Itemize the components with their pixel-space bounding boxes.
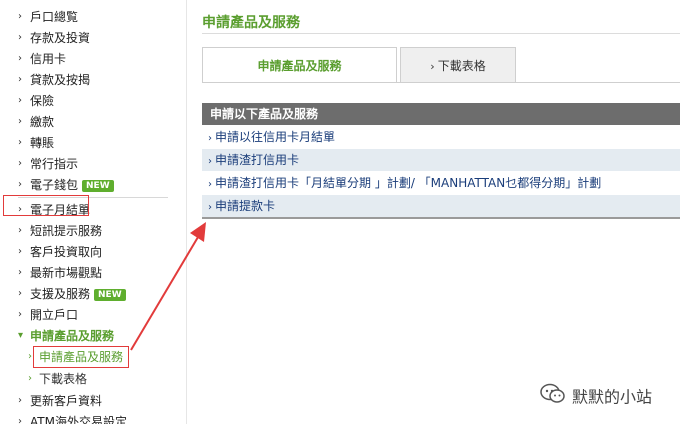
title-divider xyxy=(202,33,680,34)
tabs-underline xyxy=(202,82,680,83)
chevron-right-icon: › xyxy=(28,373,32,384)
tab-download-forms[interactable]: › 下載表格 xyxy=(400,47,516,83)
sidebar-border xyxy=(186,0,187,424)
chevron-right-icon: › xyxy=(18,246,22,257)
products-panel: 申請以下產品及服務 › 申請以往信用卡月結單 › 申請渣打信用卡 › 申請渣打信用卡「… xyxy=(202,103,680,219)
chevron-right-icon: › xyxy=(208,179,212,190)
chevron-right-icon: › xyxy=(18,116,22,127)
tab-label: 下載表格 xyxy=(437,59,486,73)
list-item-label: 申請渣打信用卡 xyxy=(215,153,300,167)
annotation-highlight-box xyxy=(3,195,89,216)
chevron-right-icon: › xyxy=(18,395,22,406)
chevron-right-icon: › xyxy=(18,53,22,64)
chevron-right-icon: › xyxy=(18,32,22,43)
watermark-text: 默默的小站 xyxy=(572,387,653,407)
list-item-past-statement[interactable]: › 申請以往信用卡月結單 xyxy=(202,125,680,148)
chevron-right-icon: › xyxy=(18,11,22,22)
list-item-label: 申請以往信用卡月結單 xyxy=(215,130,336,144)
list-item-label: 申請渣打信用卡「月結單分期 」計劃/ 「MANHATTAN乜都得分期」計劃 xyxy=(215,176,602,190)
list-item-label: 申請提款卡 xyxy=(215,199,276,213)
chevron-right-icon: › xyxy=(18,158,22,169)
tab-apply-products[interactable]: 申請產品及服務 xyxy=(202,47,397,83)
wechat-icon xyxy=(540,383,566,413)
chevron-down-icon: ▾ xyxy=(18,330,24,341)
chevron-right-icon: › xyxy=(18,95,22,106)
list-item-installment-plan[interactable]: › 申請渣打信用卡「月結單分期 」計劃/ 「MANHATTAN乜都得分期」計劃 xyxy=(202,171,680,194)
list-item-credit-card[interactable]: › 申請渣打信用卡 xyxy=(202,148,680,171)
main-content: 申請產品及服務 申請產品及服務 › 下載表格 申請以下產品及服務 › 申請以往信用卡… xyxy=(202,0,680,424)
chevron-right-icon: › xyxy=(18,288,22,299)
new-badge: NEW xyxy=(82,180,114,192)
chevron-right-icon: › xyxy=(18,225,22,236)
chevron-right-icon: › xyxy=(18,137,22,148)
chevron-right-icon: › xyxy=(430,60,435,73)
watermark: 默默的小站 xyxy=(540,383,652,409)
list-item-atm-card[interactable]: › 申請提款卡 xyxy=(202,194,680,217)
chevron-right-icon: › xyxy=(18,416,22,424)
chevron-right-icon: › xyxy=(208,133,212,144)
annotation-highlight-box xyxy=(33,346,129,368)
page-title: 申請產品及服務 xyxy=(202,15,300,31)
chevron-right-icon: › xyxy=(208,202,212,213)
chevron-right-icon: › xyxy=(18,309,22,320)
new-badge: NEW xyxy=(94,289,126,301)
chevron-right-icon: › xyxy=(18,267,22,278)
chevron-right-icon: › xyxy=(28,351,32,362)
panel-header: 申請以下產品及服務 xyxy=(202,103,680,125)
chevron-right-icon: › xyxy=(18,74,22,85)
chevron-right-icon: › xyxy=(18,179,22,190)
chevron-right-icon: › xyxy=(208,156,212,167)
sidebar-item-label: 支援及服務 xyxy=(30,287,91,301)
tab-label: 申請產品及服務 xyxy=(257,59,342,73)
sidebar-item-label: 電子錢包 xyxy=(30,178,79,192)
